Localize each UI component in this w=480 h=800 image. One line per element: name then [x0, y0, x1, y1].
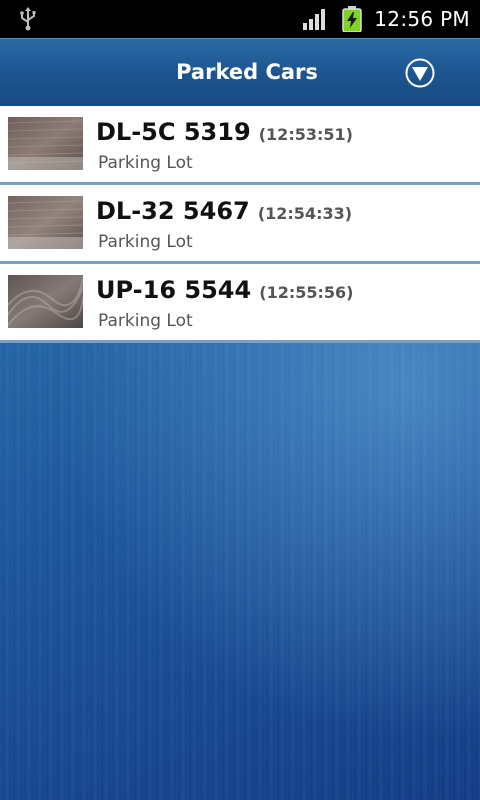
status-bar: 12:56 PM [0, 0, 480, 38]
car-thumbnail [8, 196, 83, 249]
parked-time: (12:54:33) [257, 204, 353, 223]
parked-time: (12:55:56) [259, 283, 354, 302]
down-arrow-circle-icon [405, 58, 435, 88]
car-list-item[interactable]: DL-5C 5319 (12:53:51) Parking Lot [0, 106, 480, 185]
battery-charging-icon [342, 6, 362, 33]
status-clock: 12:56 PM [374, 7, 470, 31]
dropdown-menu-button[interactable] [405, 58, 435, 88]
plate-number: UP-16 5544 [96, 276, 252, 304]
parked-cars-list: DL-5C 5319 (12:53:51) Parking Lot DL-32 … [0, 106, 480, 343]
plate-number: DL-32 5467 [96, 197, 250, 225]
title-bar: Parked Cars [0, 38, 480, 107]
parking-location: Parking Lot [98, 311, 193, 331]
parked-time: (12:53:51) [258, 125, 353, 144]
car-title: DL-32 5467 (12:54:33) [96, 197, 352, 225]
plate-number: DL-5C 5319 [96, 118, 251, 146]
signal-icon [302, 8, 328, 30]
car-thumbnail [8, 117, 83, 170]
wallpaper [0, 340, 480, 800]
car-title: DL-5C 5319 (12:53:51) [96, 118, 353, 146]
parking-location: Parking Lot [98, 232, 193, 252]
car-title: UP-16 5544 (12:55:56) [96, 276, 353, 304]
parking-location: Parking Lot [98, 153, 193, 173]
car-list-item[interactable]: UP-16 5544 (12:55:56) Parking Lot [0, 264, 480, 343]
car-thumbnail [8, 275, 83, 328]
usb-icon [16, 6, 40, 32]
car-list-item[interactable]: DL-32 5467 (12:54:33) Parking Lot [0, 185, 480, 264]
